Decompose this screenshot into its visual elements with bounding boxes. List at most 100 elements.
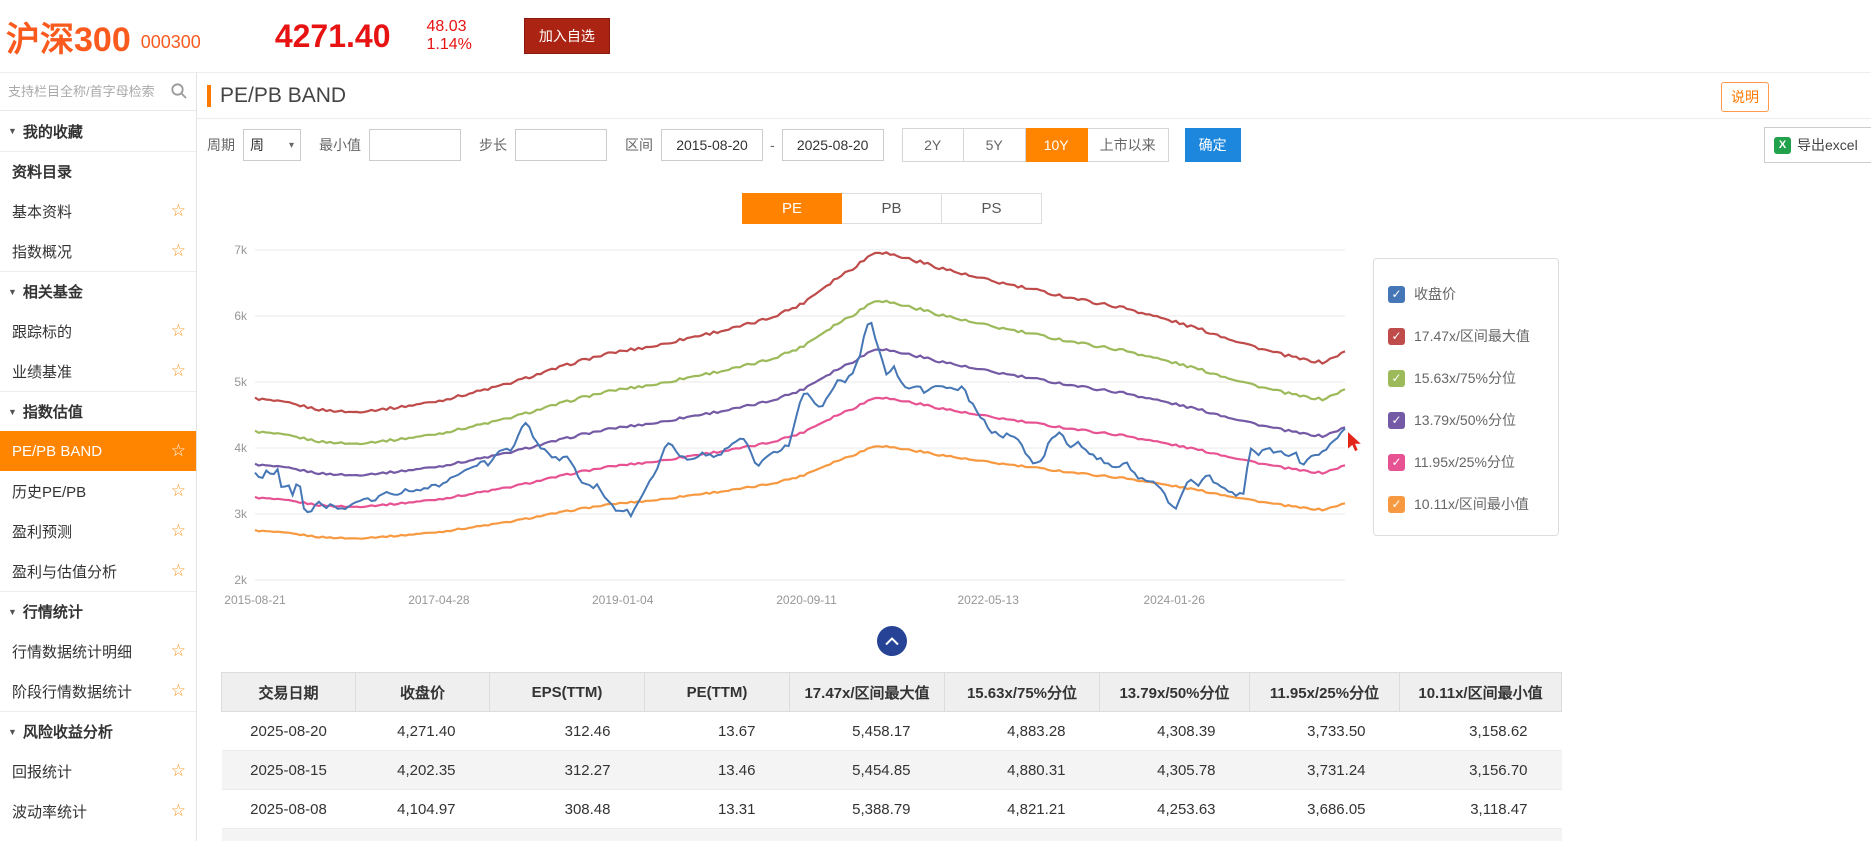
legend-label: 11.95x/25%分位 — [1414, 452, 1515, 472]
sidebar-item[interactable]: 业绩基准☆ — [0, 351, 196, 391]
legend-checkbox[interactable]: ✓ — [1388, 496, 1405, 513]
sidebar-section[interactable]: ▼风险收益分析 — [0, 711, 196, 751]
legend-checkbox[interactable]: ✓ — [1388, 370, 1405, 387]
cell-value: 4,880.31 — [945, 751, 1100, 790]
add-watchlist-button[interactable]: 加入自选 — [524, 18, 610, 54]
legend-label: 15.63x/75%分位 — [1414, 368, 1516, 388]
chevron-down-icon: ▾ — [289, 140, 294, 151]
sidebar-item[interactable]: 阶段行情数据统计☆ — [0, 671, 196, 711]
range-end-input[interactable] — [782, 129, 884, 161]
sidebar-item[interactable]: 盈利预测 ☆ — [0, 511, 196, 551]
sidebar-section[interactable]: 资料目录 — [0, 151, 196, 191]
search-input[interactable] — [0, 73, 196, 110]
sidebar-section[interactable]: ▼我的收藏 — [0, 111, 196, 151]
step-input[interactable] — [515, 129, 607, 161]
star-icon[interactable]: ☆ — [171, 481, 186, 501]
table-header-cell: EPS(TTM) — [490, 673, 645, 712]
table-row: 2025-08-154,202.35312.2713.465,454.854,8… — [222, 751, 1562, 790]
change-percent: 1.14% — [426, 36, 471, 54]
table-header-cell: 10.11x/区间最小值 — [1400, 673, 1562, 712]
collapse-chart-button[interactable] — [877, 626, 907, 656]
triangle-down-icon: ▼ — [8, 727, 17, 737]
star-icon[interactable]: ☆ — [171, 361, 186, 381]
sidebar-item[interactable]: 跟踪标的☆ — [0, 311, 196, 351]
range-separator: - — [770, 137, 775, 153]
sidebar-section[interactable]: ▼指数估值 — [0, 391, 196, 431]
star-icon[interactable]: ☆ — [171, 201, 186, 221]
period-select[interactable]: 周 ▾ — [243, 129, 301, 161]
legend-item[interactable]: ✓10.11x/区间最小值 — [1388, 483, 1558, 525]
collapse-row — [197, 626, 1587, 662]
star-icon[interactable]: ☆ — [171, 641, 186, 661]
cell-value: 4,051.85 — [356, 829, 490, 841]
star-icon[interactable]: ☆ — [171, 321, 186, 341]
legend-item[interactable]: ✓收盘价 — [1388, 273, 1558, 315]
legend-checkbox[interactable]: ✓ — [1388, 286, 1405, 303]
legend-checkbox[interactable]: ✓ — [1388, 412, 1405, 429]
pe-band-chart[interactable]: 2k3k4k5k6k7k2015-08-212017-04-282019-01-… — [209, 232, 1359, 614]
star-icon[interactable]: ☆ — [171, 441, 186, 461]
sidebar-item[interactable]: 历史PE/PB☆ — [0, 471, 196, 511]
table-row: 2025-08-084,104.97308.4813.315,388.794,8… — [222, 790, 1562, 829]
range-label: 区间 — [625, 135, 653, 155]
cell-value: 4,249.25 — [1100, 829, 1250, 841]
star-icon[interactable]: ☆ — [171, 521, 186, 541]
tab-pe[interactable]: PE — [742, 193, 842, 224]
legend-item[interactable]: ✓13.79x/50%分位 — [1388, 399, 1558, 441]
tab-ps[interactable]: PS — [942, 193, 1042, 224]
cell-trade-date: 2025-08-20 — [222, 712, 356, 751]
sidebar-nav: ▼我的收藏资料目录基本资料☆指数概况☆▼相关基金跟踪标的☆业绩基准☆▼指数估值P… — [0, 111, 196, 831]
min-value-input[interactable] — [369, 129, 461, 161]
sidebar-section[interactable]: ▼相关基金 — [0, 271, 196, 311]
export-excel-button[interactable]: X 导出excel — [1764, 127, 1871, 163]
range-button-上市以来[interactable]: 上市以来 — [1088, 128, 1169, 162]
star-icon[interactable]: ☆ — [171, 761, 186, 781]
sidebar-item[interactable]: PE/PB BAND☆ — [0, 431, 196, 471]
star-icon[interactable]: ☆ — [171, 681, 186, 701]
table-header-cell: 17.47x/区间最大值 — [790, 673, 945, 712]
range-button-2y[interactable]: 2Y — [902, 128, 964, 162]
cell-value: 4,883.28 — [945, 712, 1100, 751]
table-row: 2025-08-014,051.85308.1413.155,383.214,8… — [222, 829, 1562, 841]
tab-pb[interactable]: PB — [842, 193, 942, 224]
cell-value: 3,731.24 — [1250, 751, 1400, 790]
legend-item[interactable]: ✓ 11.95x/25%分位 — [1388, 441, 1558, 483]
range-button-10y[interactable]: 10Y — [1026, 128, 1088, 162]
sidebar-item-label: 相关基金 — [23, 281, 83, 302]
sidebar-item[interactable]: 波动率统计☆ — [0, 791, 196, 831]
range-button-5y[interactable]: 5Y — [964, 128, 1026, 162]
index-name: 沪深300 — [6, 12, 131, 61]
cell-value: 4,271.40 — [356, 712, 490, 751]
range-start-input[interactable] — [661, 129, 763, 161]
confirm-button[interactable]: 确定 — [1185, 128, 1241, 162]
svg-text:7k: 7k — [234, 243, 248, 257]
sidebar-item[interactable]: 基本资料 ☆ — [0, 191, 196, 231]
help-button[interactable]: 说明 — [1721, 82, 1769, 112]
index-header: 沪深300 000300 4271.40 48.03 1.14% 加入自选 — [0, 0, 1871, 72]
cell-value: 308.14 — [490, 829, 645, 841]
cell-value: 5,458.17 — [790, 712, 945, 751]
legend-item[interactable]: ✓17.47x/区间最大值 — [1388, 315, 1558, 357]
cell-value: 308.48 — [490, 790, 645, 829]
sidebar-section[interactable]: ▼行情统计 — [0, 591, 196, 631]
cell-value: 13.67 — [645, 712, 790, 751]
table-header-cell: 收盘价 — [356, 673, 490, 712]
sidebar-item[interactable]: 盈利与估值分析☆ — [0, 551, 196, 591]
sidebar-item-label: 基本资料 — [12, 201, 72, 222]
legend-checkbox[interactable]: ✓ — [1388, 328, 1405, 345]
sidebar-item[interactable]: 行情数据统计明细☆ — [0, 631, 196, 671]
min-label: 最小值 — [319, 135, 361, 155]
cell-value: 4,305.78 — [1100, 751, 1250, 790]
sidebar-item[interactable]: 指数概况☆ — [0, 231, 196, 271]
sidebar-item-label: 盈利预测 — [12, 521, 72, 542]
star-icon[interactable]: ☆ — [171, 241, 186, 261]
legend-checkbox[interactable]: ✓ — [1388, 454, 1405, 471]
star-icon[interactable]: ☆ — [171, 561, 186, 581]
search-icon[interactable] — [170, 82, 188, 105]
sidebar-item[interactable]: 回报统计☆ — [0, 751, 196, 791]
svg-text:2k: 2k — [234, 573, 248, 587]
cell-value: 5,388.79 — [790, 790, 945, 829]
star-icon[interactable]: ☆ — [171, 801, 186, 821]
cell-value: 4,821.21 — [945, 790, 1100, 829]
legend-item[interactable]: ✓ 15.63x/75%分位 — [1388, 357, 1558, 399]
